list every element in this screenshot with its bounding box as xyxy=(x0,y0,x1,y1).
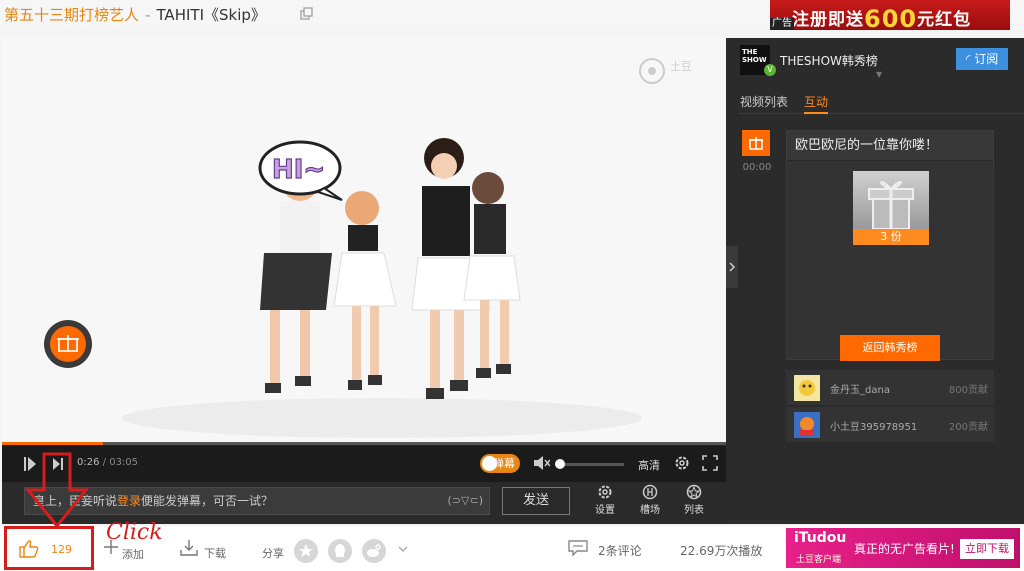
control-bar: 0:26 / 03:05 弹幕 高清 xyxy=(2,446,726,482)
ad-sub: 土豆客户端 xyxy=(796,555,842,565)
list-label: 列表 xyxy=(684,505,704,516)
plus-icon[interactable] xyxy=(104,540,118,554)
share-qzone-icon[interactable] xyxy=(294,539,318,563)
mute-icon[interactable] xyxy=(534,456,550,470)
page-root: 第五十三期打榜艺人 - TAHITI《Skip》 注册即送600元红包 广告 H… xyxy=(0,0,1024,571)
ad-suffix: 元红包 xyxy=(917,10,972,30)
comment-icon[interactable] xyxy=(568,540,588,556)
channel-header: THE SHOW V THESHOW韩秀榜 ▼ ◜ 订阅 xyxy=(738,38,1024,86)
video-frame[interactable]: HI~ 土豆 xyxy=(2,38,726,442)
rank-points: 800贡献 xyxy=(948,385,988,396)
share-label: 分享 xyxy=(262,547,284,560)
collapse-handle[interactable] xyxy=(726,246,738,288)
gift-count: 3 份 xyxy=(853,229,929,245)
chevron-down-icon[interactable]: ▼ xyxy=(876,70,882,79)
fullscreen-icon[interactable] xyxy=(702,455,718,471)
emoticon-button[interactable]: (⊃▽⊂) xyxy=(448,488,483,514)
danmu-login-link[interactable]: 登录 xyxy=(117,494,141,508)
rank-points: 200贡献 xyxy=(948,422,988,433)
gear-icon[interactable] xyxy=(674,455,690,471)
chevron-right-icon xyxy=(729,262,736,272)
gift-card-title: 欧巴欧尼的一位靠你喽！ xyxy=(787,131,993,161)
side-panel: THE SHOW V THESHOW韩秀榜 ▼ ◜ 订阅 视频列表 互动 00:… xyxy=(726,38,1024,524)
play-count: 22.69万次播放 xyxy=(680,544,763,558)
tab-video-list[interactable]: 视频列表 xyxy=(740,93,788,110)
tucao-tool[interactable]: 槽场 xyxy=(635,484,665,516)
danmu-input[interactable]: 皇上，臣妾听说登录便能发弹幕，可否一试？ (⊃▽⊂) xyxy=(24,487,490,515)
send-button[interactable]: 发送 xyxy=(502,487,570,515)
ad-amount: 600 xyxy=(864,5,918,30)
subscribe-label: 订阅 xyxy=(974,52,999,66)
gift-event-marker[interactable] xyxy=(742,130,770,156)
download-now-button[interactable]: 立即下载 xyxy=(960,539,1014,559)
tudou-watermark: 土豆 xyxy=(638,56,708,90)
ad-slogan: 真正的无广告看片! xyxy=(854,542,955,556)
share-weibo-icon[interactable] xyxy=(362,539,386,563)
danmu-placeholder-b: 便能发弹幕，可否一试？ xyxy=(141,494,274,508)
tucao-icon xyxy=(642,484,658,500)
danmu-bar: 皇上，臣妾听说登录便能发弹幕，可否一试？ (⊃▽⊂) 发送 设置 槽场 列表 xyxy=(2,482,726,524)
settings-icon xyxy=(598,485,612,499)
chevron-down-icon[interactable] xyxy=(398,546,408,554)
duration: / 03:05 xyxy=(102,457,139,468)
settings-tool[interactable]: 设置 xyxy=(590,484,620,516)
floating-gift-button[interactable] xyxy=(44,320,92,368)
title-main: TAHITI《Skip》 xyxy=(156,6,266,24)
watermark-text: 土豆 xyxy=(670,60,692,73)
thumbs-up-icon xyxy=(19,540,39,558)
download-icon[interactable] xyxy=(180,540,198,556)
tab-interaction[interactable]: 互动 xyxy=(804,93,829,114)
volume-knob[interactable] xyxy=(555,459,565,469)
video-scene: HI~ xyxy=(2,38,726,442)
copy-icon[interactable] xyxy=(300,7,314,21)
progress-bar[interactable] xyxy=(2,442,726,445)
list-item[interactable]: 金丹玉_dana 800贡献 xyxy=(786,370,994,406)
gift-icon xyxy=(749,137,763,150)
ad-text: 注册即送 xyxy=(792,10,864,30)
avatar xyxy=(794,412,820,438)
channel-name[interactable]: THESHOW韩秀榜 xyxy=(780,52,878,69)
verified-badge-icon: V xyxy=(764,64,776,76)
list-item[interactable]: 小土豆395978951 200贡献 xyxy=(786,407,994,443)
ad-tag: 广告 xyxy=(770,18,794,30)
top-banner-ad[interactable]: 注册即送600元红包 广告 xyxy=(770,0,1010,30)
action-bar: 129 Click 添加 下载 分享 2条评论 22.69万次播放 iTudou… xyxy=(0,520,1024,571)
rank-name: 小土豆395978951 xyxy=(830,422,918,433)
speech-bubble-text: HI~ xyxy=(272,155,325,185)
subscribe-button[interactable]: ◜ 订阅 xyxy=(956,48,1008,70)
annotation-arrow xyxy=(24,452,90,529)
list-tool[interactable]: 列表 xyxy=(679,484,709,516)
return-button[interactable]: 返回韩秀榜 xyxy=(840,335,940,361)
volume-slider[interactable] xyxy=(558,463,624,466)
side-tabs: 视频列表 互动 xyxy=(738,90,1024,114)
title-separator: - xyxy=(145,6,151,24)
tucao-label: 槽场 xyxy=(640,505,660,516)
progress-fill xyxy=(2,442,104,445)
page-title: 第五十三期打榜艺人 - TAHITI《Skip》 xyxy=(4,4,266,25)
title-prefix: 第五十三期打榜艺人 xyxy=(4,6,140,24)
gift-time: 00:00 xyxy=(742,162,772,173)
settings-label: 设置 xyxy=(595,505,615,516)
gift-card: 欧巴欧尼的一位靠你喽！ 3 份 xyxy=(786,130,994,360)
ad-brand: iTudou xyxy=(794,530,847,546)
rss-icon: ◜ xyxy=(965,52,975,66)
share-qq-icon[interactable] xyxy=(328,539,352,563)
quality-selector[interactable]: 高清 xyxy=(638,457,660,473)
download-button[interactable]: 下载 xyxy=(204,545,226,561)
danmu-toggle[interactable]: 弹幕 xyxy=(480,454,520,473)
title-bar: 第五十三期打榜艺人 - TAHITI《Skip》 注册即送600元红包 广告 xyxy=(0,0,1024,30)
comments-link[interactable]: 2条评论 xyxy=(598,542,642,559)
client-download-ad[interactable]: iTudou 土豆客户端 真正的无广告看片! 立即下载 xyxy=(786,528,1020,568)
avatar xyxy=(794,375,820,401)
like-count: 129 xyxy=(51,543,72,556)
add-button[interactable]: 添加 xyxy=(122,546,144,562)
like-button[interactable]: 129 xyxy=(4,526,94,570)
star-list-icon xyxy=(686,484,702,500)
video-player[interactable]: HI~ 土豆 0:26 / 03:05 弹幕 高清 皇上，臣妾听说登录便能发弹幕… xyxy=(2,38,726,529)
rank-name: 金丹玉_dana xyxy=(830,385,890,396)
